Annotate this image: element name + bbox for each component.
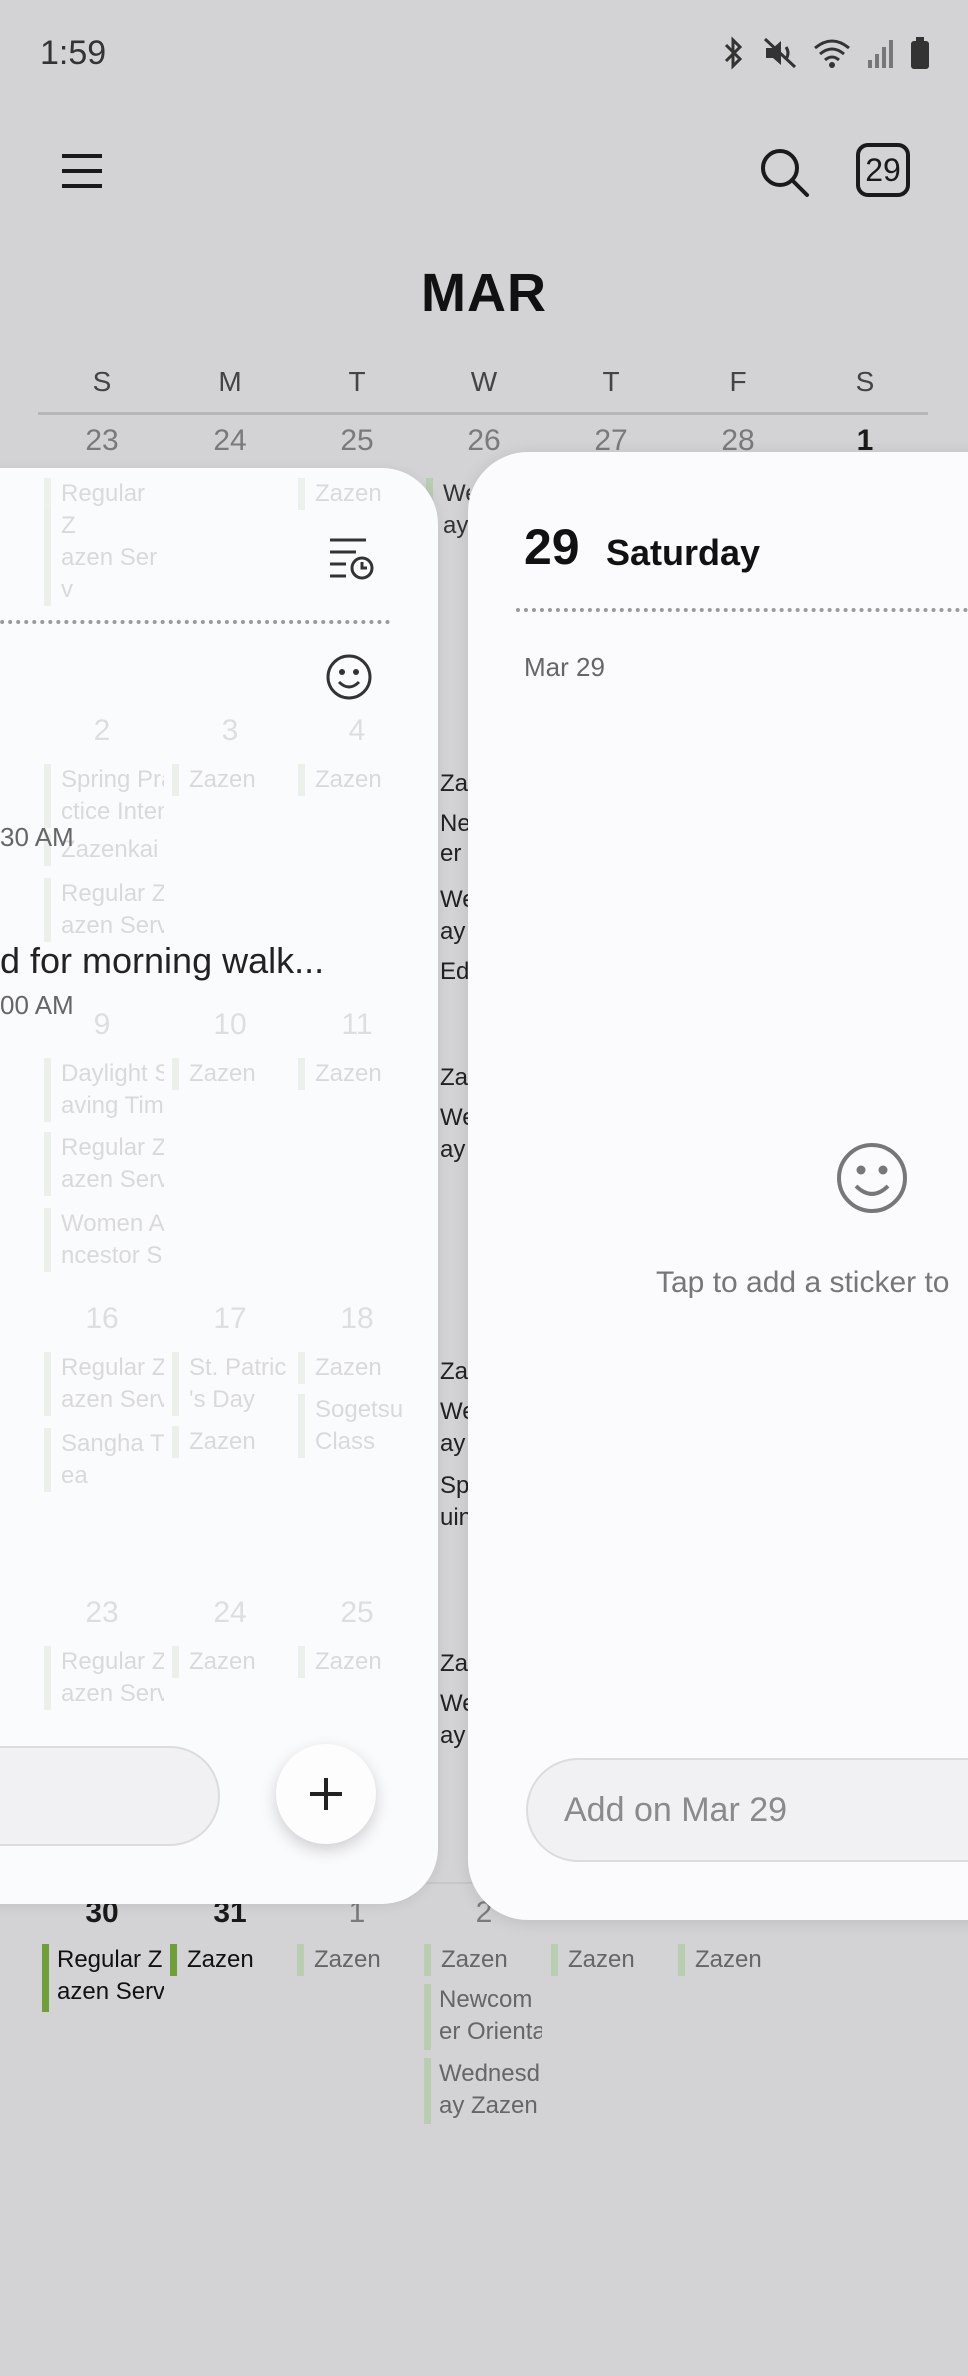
sticker-button[interactable] <box>834 1140 910 1216</box>
ghost-day: 24 <box>213 1596 247 1629</box>
ghost-event: aving Time <box>44 1090 164 1122</box>
ghost-event: Zazen <box>298 1058 408 1090</box>
event-zazen[interactable]: Zazen <box>551 1944 669 1976</box>
hamburger-icon <box>62 154 102 188</box>
event-regular-zazen[interactable]: Regular Z azen Serv <box>42 1944 164 2012</box>
status-time: 1:59 <box>40 34 107 72</box>
ghost-event: Zazen <box>172 1058 288 1090</box>
event-line: er Orienta <box>439 2018 542 2045</box>
previous-day-panel[interactable]: Regular Zazen Serv Zazen 2 3 4 Spring Pr… <box>0 468 438 1904</box>
add-event-input[interactable]: Add on Mar 29 <box>526 1758 968 1862</box>
smiley-icon <box>837 1143 907 1213</box>
event-zazen[interactable]: Zazen <box>170 1944 288 1976</box>
weekday-mon: M <box>218 366 242 397</box>
mute-icon <box>763 37 797 69</box>
battery-icon <box>911 37 929 69</box>
ghost-event: Zazen <box>298 1352 408 1384</box>
ghost-day: 10 <box>213 1008 247 1041</box>
ghost-event: Sangha T <box>44 1428 164 1460</box>
ghost-event: Zazen <box>172 1646 288 1678</box>
ghost-event: Zazen <box>172 764 288 796</box>
ghost-event: Zazen <box>298 1646 408 1678</box>
weekday-wed: W <box>470 366 498 397</box>
event-line: Newcom <box>439 1986 533 2013</box>
ghost-event: Class <box>298 1426 408 1458</box>
bluetooth-icon <box>724 36 743 70</box>
event-title[interactable]: d for morning walk... <box>0 940 324 982</box>
ghost-day: 23 <box>85 1596 119 1629</box>
panel-divider <box>516 608 968 612</box>
event-zazen[interactable]: Zazen <box>297 1944 415 1976</box>
ghost-event: Zazen <box>298 478 408 510</box>
ghost-day: 17 <box>213 1302 247 1335</box>
event-zazen[interactable]: Zazen <box>424 1944 542 1976</box>
ghost-event: Women A <box>44 1208 164 1240</box>
status-icons <box>718 36 930 70</box>
event-zazen[interactable]: Zazen <box>678 1944 796 1976</box>
ghost-day: 18 <box>340 1302 374 1335</box>
ghost-event: Spring Pra <box>44 764 164 796</box>
day-24[interactable]: 24 <box>166 424 294 458</box>
selected-day-panel[interactable]: 29 Saturday Mar 29 Tap to add a sticker … <box>468 452 968 1920</box>
ghost-event: 's Day <box>172 1384 288 1416</box>
ghost-event: azen Serv <box>44 910 164 942</box>
smiley-icon <box>326 654 372 700</box>
ghost-event: St. Patrick <box>172 1352 288 1384</box>
weekday-thu: T <box>602 366 620 397</box>
event-line: Wednesd <box>439 2060 540 2087</box>
reminder-list-button[interactable] <box>326 534 374 582</box>
search-icon <box>761 149 809 197</box>
add-sticker-button[interactable] <box>324 652 374 702</box>
ghost-event: Daylight S <box>44 1058 164 1090</box>
event-time: 30 AM <box>0 822 74 852</box>
event-wednesday-zazen[interactable]: Wednesd ay Zazen S <box>424 2058 542 2124</box>
add-event-button[interactable] <box>276 1744 376 1844</box>
ghost-event: azen Serv <box>44 1164 164 1196</box>
ghost-day: 3 <box>221 714 239 747</box>
ghost-event: Regular Z <box>44 1646 164 1678</box>
ghost-day: 16 <box>85 1302 119 1335</box>
event-line: Regular Z <box>57 1946 163 1973</box>
ghost-event: azen Serv <box>44 1678 164 1710</box>
search-button[interactable] <box>756 144 812 200</box>
quick-add-field[interactable] <box>0 1746 220 1846</box>
day-25[interactable]: 25 <box>293 424 421 458</box>
header-divider <box>38 412 928 415</box>
panel-divider <box>0 620 390 624</box>
selected-sub-date: Mar 29 <box>524 652 605 682</box>
event-line: azen Serv <box>57 1978 164 2005</box>
day-23[interactable]: 23 <box>38 424 166 458</box>
menu-button[interactable] <box>60 148 106 194</box>
list-clock-icon <box>330 538 374 580</box>
ghost-event: Regular Z <box>44 1352 164 1384</box>
ghost-day: 2 <box>93 714 111 747</box>
ghost-event: Regular Z <box>44 1132 164 1164</box>
ghost-event: Zazen <box>298 764 408 796</box>
plus-icon <box>310 1778 342 1810</box>
month-title: MAR <box>421 263 547 323</box>
wifi-icon <box>814 39 850 68</box>
sticker-hint: Tap to add a sticker to <box>656 1266 950 1299</box>
event-time: 00 AM <box>0 990 74 1020</box>
weekday-tue: T <box>348 366 366 397</box>
weekday-sat: S <box>855 366 875 397</box>
ghost-day: 25 <box>340 1596 374 1629</box>
signal-icon <box>868 40 893 68</box>
ghost-event: azen Serv <box>44 1384 164 1416</box>
ghost-event: Zazen <box>172 1426 288 1458</box>
weekday-fri: F <box>729 366 747 397</box>
ghost-event: Sogetsu <box>298 1394 408 1426</box>
selected-day-name: Saturday <box>606 532 761 573</box>
ghost-event: ea <box>44 1460 164 1492</box>
event-line: ay Zazen S <box>439 2092 542 2119</box>
ghost-event: Regular Zazen Serv <box>44 478 164 606</box>
ghost-day: 4 <box>348 714 366 747</box>
ghost-event: ncestor S <box>44 1240 164 1272</box>
ghost-day: 11 <box>341 1008 373 1041</box>
event-newcomer-orientation[interactable]: Newcom er Orienta <box>424 1984 542 2050</box>
ghost-event: Regular Z <box>44 878 164 910</box>
weekday-sun: S <box>92 366 112 397</box>
selected-day-number: 29 <box>524 519 580 575</box>
today-button[interactable]: 29 <box>856 143 910 197</box>
